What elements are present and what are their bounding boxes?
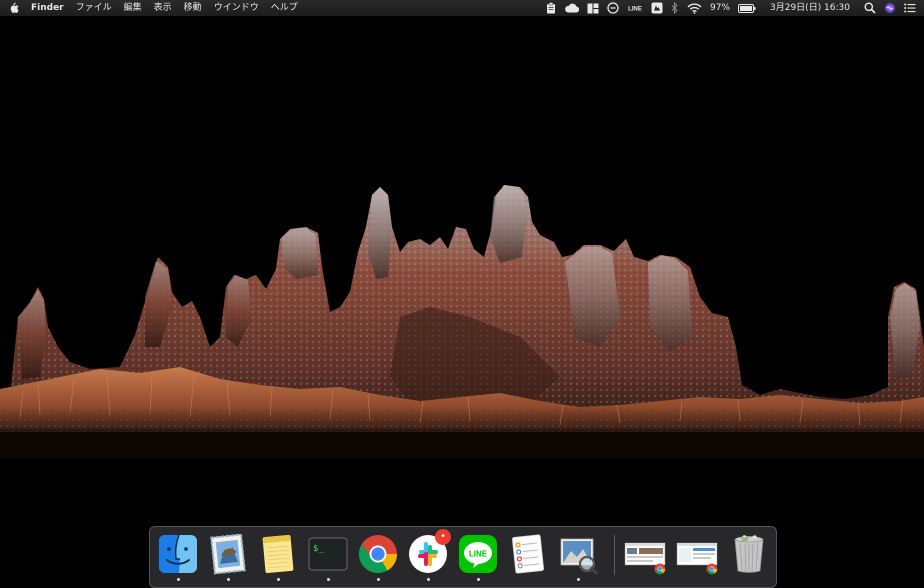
- line-logo-text: LINE: [469, 550, 488, 559]
- menubar-clock[interactable]: 3月29日(日) 16:30: [770, 0, 850, 16]
- dock-preview[interactable]: [557, 533, 599, 575]
- dock-mail[interactable]: [207, 533, 249, 575]
- preview-icon: [560, 538, 598, 575]
- clipboard-icon[interactable]: [546, 0, 556, 16]
- running-indicator: [377, 578, 380, 581]
- notification-center-icon[interactable]: [904, 0, 916, 16]
- battery-percent: 97%: [709, 3, 730, 13]
- spotlight-search-icon[interactable]: [864, 0, 876, 16]
- menu-app-finder[interactable]: Finder: [25, 0, 70, 16]
- trash-icon: [734, 534, 764, 573]
- dock-trash[interactable]: [728, 533, 770, 575]
- cloud-icon[interactable]: [564, 0, 579, 16]
- timer-icon[interactable]: [607, 0, 619, 16]
- menu-window[interactable]: ウインドウ: [208, 0, 265, 16]
- running-indicator: [177, 578, 180, 581]
- menu-edit[interactable]: 編集: [118, 0, 148, 16]
- dock-notes[interactable]: [257, 533, 299, 575]
- menu-view[interactable]: 表示: [148, 0, 178, 16]
- bluetooth-icon[interactable]: [671, 0, 679, 16]
- running-indicator: [227, 578, 230, 581]
- menu-bar: Finder ファイル 編集 表示 移動 ウインドウ ヘルプ LINE 97% …: [0, 0, 924, 17]
- line-status-icon[interactable]: LINE: [627, 0, 643, 16]
- running-indicator: [327, 578, 330, 581]
- mail-icon: [210, 533, 246, 575]
- running-indicator: [577, 578, 580, 581]
- line-icon: LINE: [459, 535, 497, 573]
- menu-help[interactable]: ヘルプ: [265, 0, 304, 16]
- chrome-window-thumbnail-icon: [676, 542, 718, 575]
- tufa-wallpaper-image: [0, 185, 924, 582]
- running-indicator: [477, 578, 480, 581]
- desktop-wallpaper: [0, 17, 924, 582]
- menu-go[interactable]: 移動: [178, 0, 208, 16]
- dock-separator: [614, 535, 615, 575]
- line-status-label: LINE: [628, 7, 642, 13]
- dock-finder[interactable]: [157, 533, 199, 575]
- terminal-prompt: $_: [313, 544, 324, 554]
- dock-minimized-window-2[interactable]: [676, 533, 718, 575]
- running-indicator: [277, 578, 280, 581]
- battery-icon[interactable]: [738, 0, 756, 16]
- apple-menu-icon[interactable]: [8, 2, 19, 14]
- dock-terminal[interactable]: $_: [307, 533, 349, 575]
- finder-icon: [159, 534, 197, 573]
- notes-icon: [262, 535, 294, 573]
- window-layout-icon[interactable]: [587, 0, 599, 16]
- menu-file[interactable]: ファイル: [70, 0, 118, 16]
- slack-notification-badge: •: [435, 529, 451, 545]
- terminal-icon: $_: [308, 537, 348, 571]
- reminders-icon: [511, 534, 545, 574]
- siri-icon[interactable]: [884, 0, 896, 16]
- dock-slack[interactable]: •: [407, 529, 451, 575]
- dock-line[interactable]: LINE: [457, 533, 499, 575]
- chrome-icon: [358, 535, 398, 574]
- scanner-icon[interactable]: [651, 0, 663, 16]
- dock-minimized-window-1[interactable]: [624, 533, 666, 575]
- dock: $_ • LINE: [149, 526, 777, 588]
- dock-reminders[interactable]: [507, 533, 549, 575]
- chrome-window-thumbnail-icon: [624, 542, 666, 575]
- wifi-icon[interactable]: [687, 0, 702, 16]
- dock-chrome[interactable]: [357, 533, 399, 575]
- running-indicator: [427, 578, 430, 581]
